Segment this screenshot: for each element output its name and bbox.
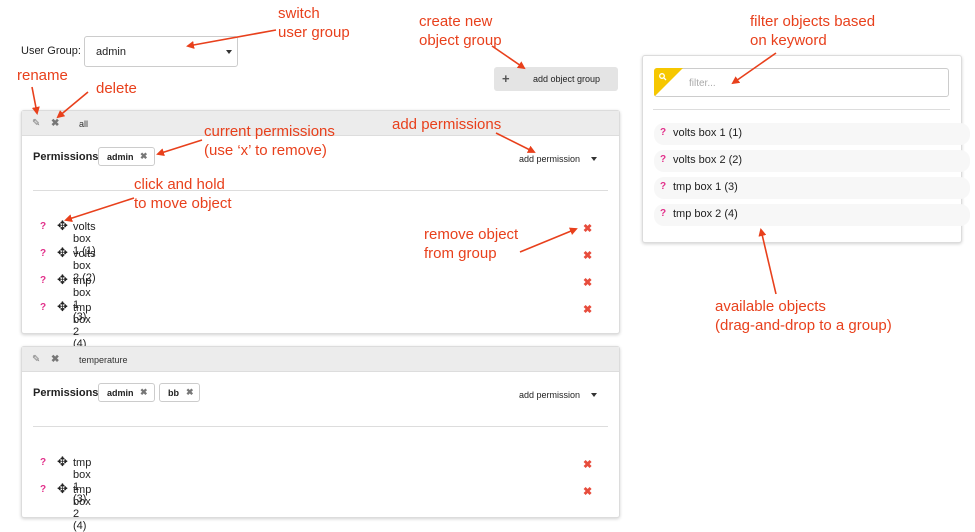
question-icon[interactable]: ?	[40, 248, 46, 259]
move-icon[interactable]: ✥	[57, 272, 68, 288]
user-group-select[interactable]: admin	[84, 36, 238, 67]
annotation-current-permissions: current permissions (use ‘x’ to remove)	[204, 122, 335, 160]
question-icon[interactable]: ?	[660, 181, 666, 192]
chevron-down-icon[interactable]	[591, 393, 597, 397]
permission-chip-label: bb	[168, 388, 179, 398]
annotation-add-permissions: add permissions	[392, 116, 502, 133]
annotation-create: create new object group	[419, 12, 502, 50]
object-name: tmp box 2 (4)	[673, 208, 738, 220]
available-object-item[interactable]: ? tmp box 2 (4)	[654, 204, 970, 226]
annotation-rename: rename	[17, 67, 68, 84]
annotation-line: (use ‘x’ to remove)	[204, 142, 327, 159]
annotation-line: (drag-and-drop to a group)	[715, 317, 892, 334]
annotation-line: create new	[419, 13, 493, 30]
annotation-line: on keyword	[750, 32, 827, 49]
question-icon[interactable]: ?	[40, 221, 46, 232]
group-name: temperature	[79, 355, 128, 365]
group-name: all	[79, 119, 89, 129]
remove-icon[interactable]: ✖	[583, 249, 592, 262]
question-icon[interactable]: ?	[40, 484, 46, 495]
permissions-label: Permissions	[33, 151, 99, 163]
search-icon	[654, 68, 683, 97]
annotation-line: user group	[278, 24, 350, 41]
annotation-line: available objects	[715, 298, 826, 315]
move-icon[interactable]: ✥	[57, 299, 68, 315]
move-icon[interactable]: ✥	[57, 218, 68, 234]
edit-icon[interactable]: ✎	[32, 118, 40, 129]
object-name: volts box 2 (2)	[673, 154, 743, 166]
annotation-line: filter objects based	[750, 13, 876, 30]
permission-chip: bb ✖	[159, 383, 200, 402]
delete-icon[interactable]: ✖	[51, 354, 59, 365]
permission-chip-label: admin	[107, 152, 134, 162]
chevron-down-icon[interactable]	[591, 157, 597, 161]
question-icon[interactable]: ?	[660, 154, 666, 165]
add-permission-dropdown[interactable]: add permission	[519, 390, 580, 400]
filter-placeholder: filter...	[689, 78, 716, 89]
permission-chip: admin ✖	[98, 383, 155, 402]
remove-permission-icon[interactable]: ✖	[140, 387, 148, 398]
chevron-down-icon	[226, 50, 232, 54]
annotation-available: available objects (drag-and-drop to a gr…	[715, 297, 892, 335]
user-group-label: User Group:	[21, 45, 81, 57]
move-icon[interactable]: ✥	[57, 245, 68, 261]
annotation-line: click and hold	[134, 176, 225, 193]
remove-icon[interactable]: ✖	[583, 303, 592, 316]
remove-icon[interactable]: ✖	[583, 276, 592, 289]
group-header: ✎ ✖ temperature	[22, 347, 619, 372]
annotation-remove-object: remove object from group	[424, 225, 518, 263]
annotation-line: object group	[419, 32, 502, 49]
question-icon[interactable]: ?	[660, 208, 666, 219]
question-icon[interactable]: ?	[40, 275, 46, 286]
delete-icon[interactable]: ✖	[51, 118, 59, 129]
available-object-item[interactable]: ? volts box 2 (2)	[654, 150, 970, 172]
annotation-line: current permissions	[204, 123, 335, 140]
object-name: tmp box 2 (4)	[73, 302, 92, 350]
move-icon[interactable]: ✥	[57, 454, 68, 470]
object-name: volts box 1 (1)	[673, 127, 743, 139]
divider	[33, 190, 608, 191]
question-icon[interactable]: ?	[40, 302, 46, 313]
remove-permission-icon[interactable]: ✖	[140, 151, 148, 162]
remove-icon[interactable]: ✖	[583, 222, 592, 235]
edit-icon[interactable]: ✎	[32, 354, 40, 365]
divider	[33, 426, 608, 427]
permission-chip-label: admin	[107, 388, 134, 398]
available-object-item[interactable]: ? tmp box 1 (3)	[654, 177, 970, 199]
permission-chip: admin ✖	[98, 147, 155, 166]
add-object-group-label: add object group	[533, 74, 601, 84]
plus-icon: +	[502, 71, 510, 86]
filter-badge	[654, 68, 683, 97]
annotation-line: remove object	[424, 226, 519, 243]
question-icon[interactable]: ?	[40, 457, 46, 468]
available-object-item[interactable]: ? volts box 1 (1)	[654, 123, 970, 145]
annotation-line: to move object	[134, 195, 232, 212]
remove-permission-icon[interactable]: ✖	[186, 387, 194, 398]
permissions-label: Permissions	[33, 387, 99, 399]
annotation-filter: filter objects based on keyword	[750, 12, 875, 50]
add-permission-dropdown[interactable]: add permission	[519, 154, 580, 164]
divider	[653, 109, 950, 110]
annotation-delete: delete	[96, 80, 137, 97]
annotation-click-hold: click and hold to move object	[134, 175, 232, 213]
annotation-line: switch	[278, 5, 320, 22]
object-name: tmp box 1 (3)	[673, 181, 738, 193]
object-group-panel-temperature: ✎ ✖ temperature Permissions admin ✖ bb ✖…	[21, 346, 620, 532]
user-group-value: admin	[96, 46, 126, 58]
add-object-group-button[interactable]: + add object group	[494, 67, 618, 91]
question-icon[interactable]: ?	[660, 127, 666, 138]
annotation-line: from group	[424, 245, 497, 262]
annotation-switch: switch user group	[278, 4, 350, 42]
remove-icon[interactable]: ✖	[583, 485, 592, 498]
remove-icon[interactable]: ✖	[583, 458, 592, 471]
filter-input[interactable]: filter...	[654, 68, 949, 97]
move-icon[interactable]: ✥	[57, 481, 68, 497]
